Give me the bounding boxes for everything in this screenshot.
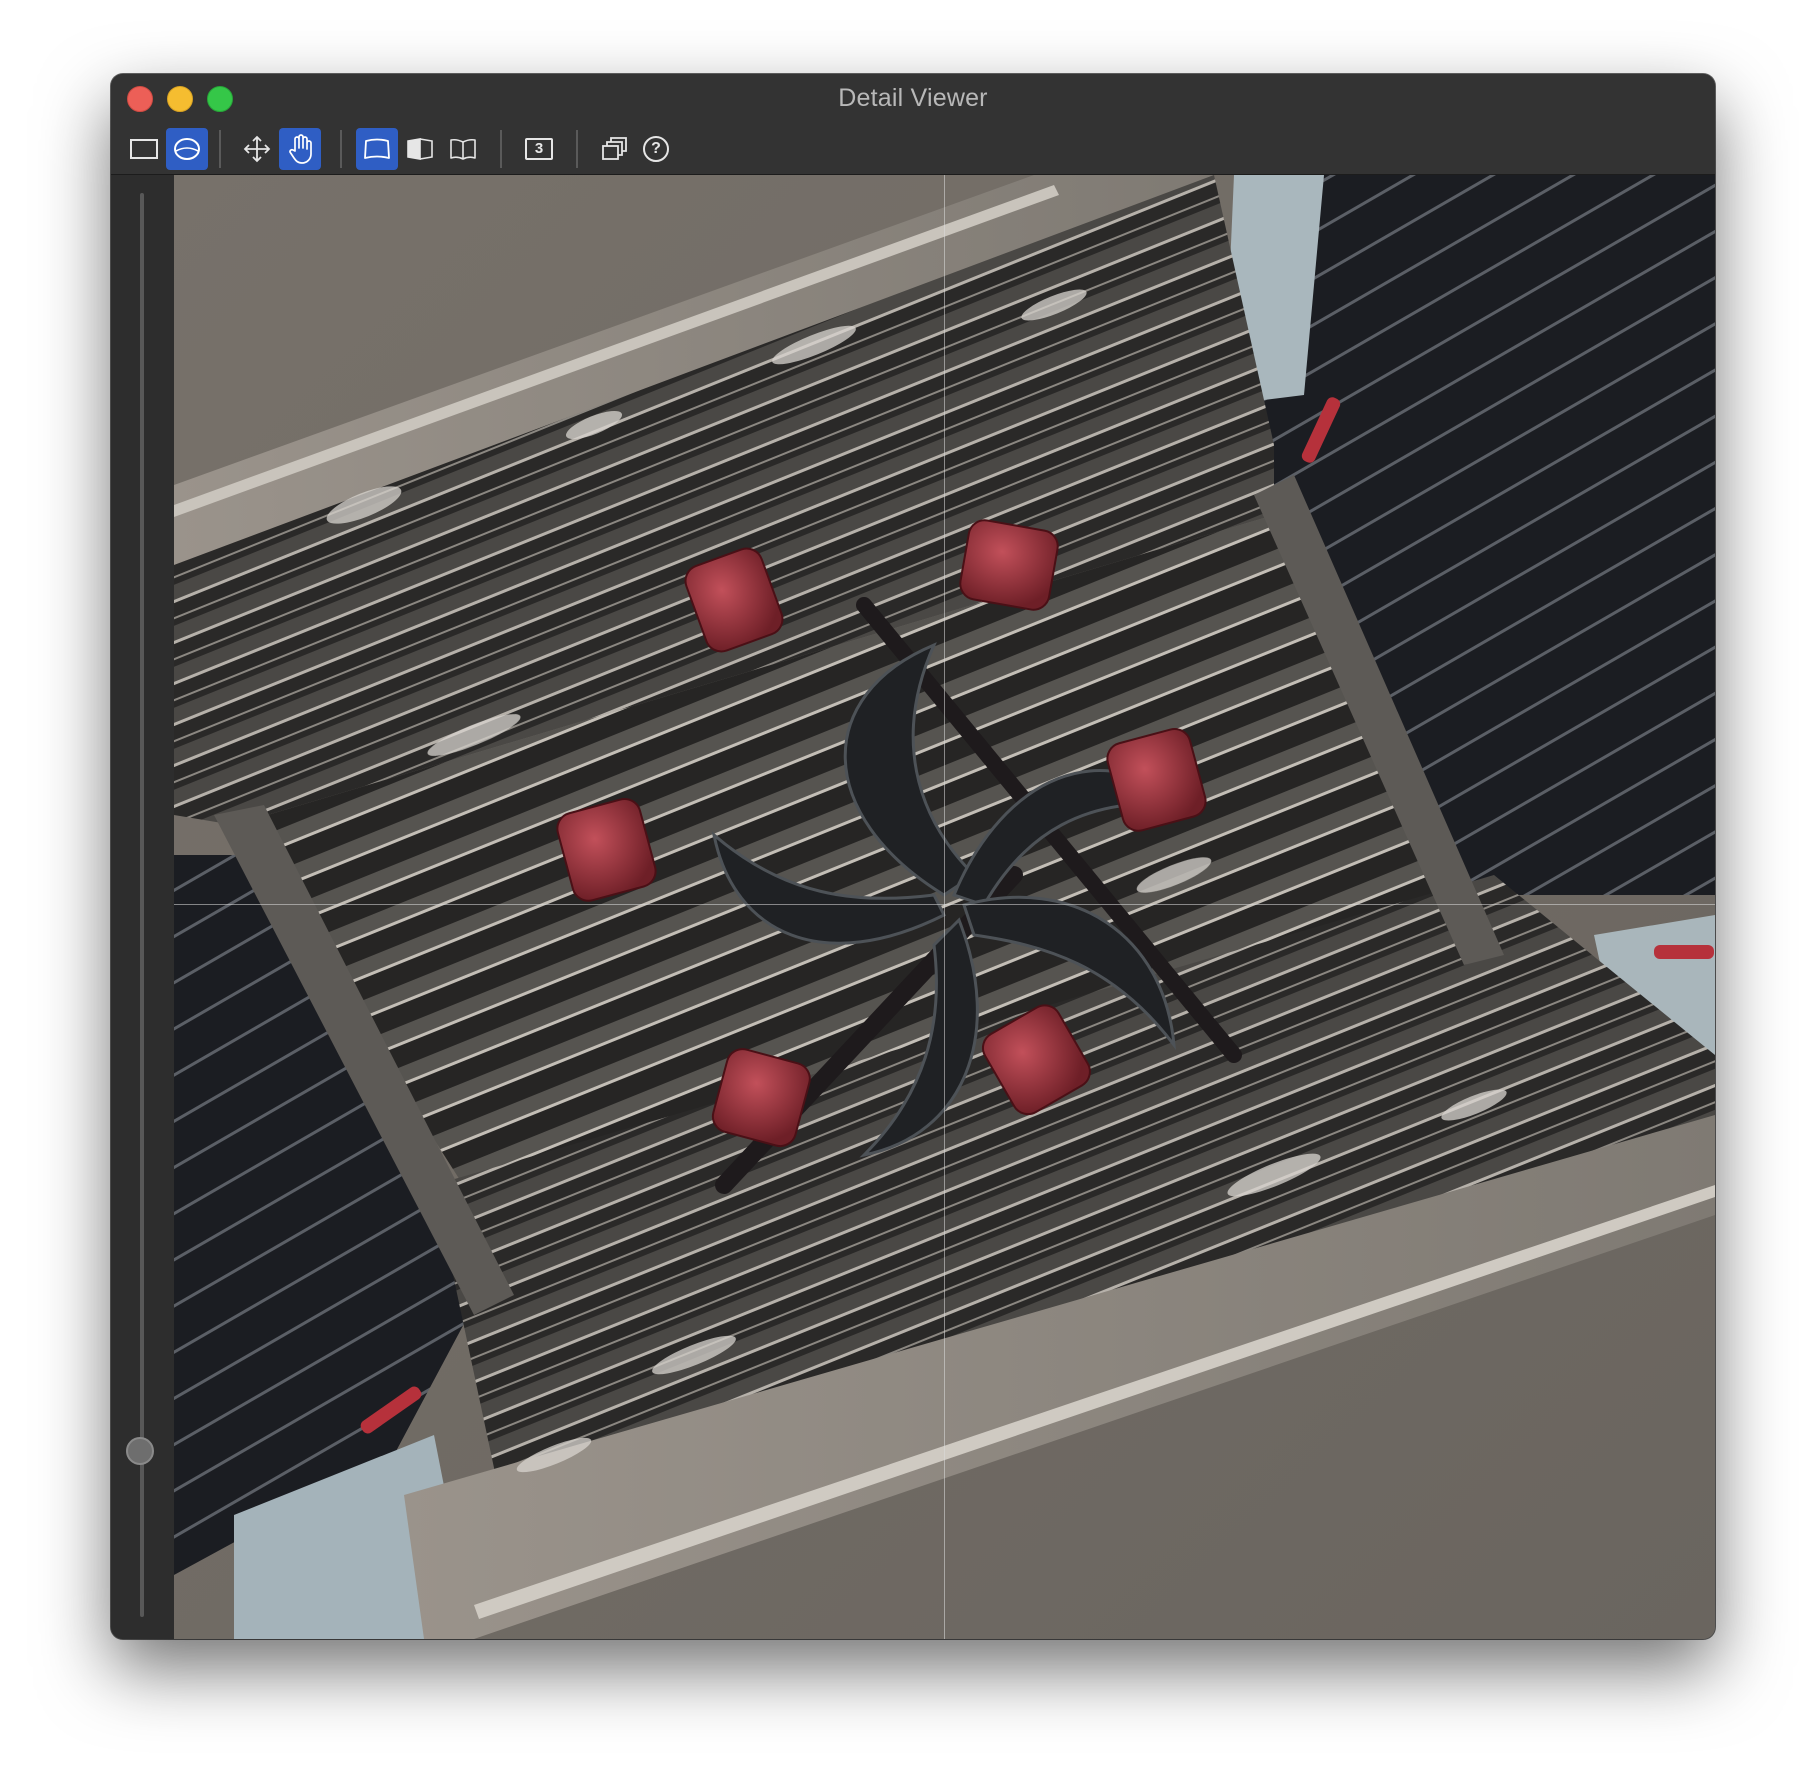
image-viewport[interactable] <box>174 175 1715 1639</box>
move-tool-button[interactable] <box>236 128 278 170</box>
layers-stack-icon <box>602 137 627 160</box>
pan-tool-button[interactable] <box>279 128 321 170</box>
zoom-slider-panel <box>111 175 174 1639</box>
hand-pan-icon <box>289 134 312 164</box>
perspective-single-button[interactable] <box>356 128 398 170</box>
crosshair-horizontal-guide <box>174 904 1715 905</box>
title-bar: Detail Viewer 3 ? <box>111 74 1715 175</box>
help-button[interactable]: ? <box>635 128 677 170</box>
toolbar-separator <box>500 130 502 168</box>
perspective-split-button[interactable] <box>399 128 441 170</box>
move-arrows-icon <box>243 135 271 163</box>
toolbar-separator <box>219 130 221 168</box>
layers-button[interactable] <box>593 128 635 170</box>
rectangle-select-button[interactable] <box>123 128 165 170</box>
perspective-single-icon <box>364 138 390 159</box>
perspective-book-button[interactable] <box>442 128 484 170</box>
perspective-book-icon <box>450 138 476 160</box>
toolbar-separator <box>576 130 578 168</box>
perspective-split-icon <box>407 138 433 160</box>
ellipse-select-button[interactable] <box>166 128 208 170</box>
page-count-button[interactable]: 3 <box>518 128 560 170</box>
help-icon: ? <box>643 136 669 162</box>
number-three-icon: 3 <box>525 138 553 160</box>
crosshair-vertical-guide <box>944 175 945 1639</box>
window-title: Detail Viewer <box>838 84 988 112</box>
ellipse-select-icon <box>174 138 200 160</box>
zoom-slider-track[interactable] <box>140 193 144 1617</box>
detail-viewer-window: Detail Viewer 3 ? <box>111 74 1715 1639</box>
toolbar: 3 ? <box>111 128 1715 170</box>
rectangle-select-icon <box>130 139 158 159</box>
zoom-slider-knob[interactable] <box>126 1437 154 1465</box>
toolbar-separator <box>340 130 342 168</box>
